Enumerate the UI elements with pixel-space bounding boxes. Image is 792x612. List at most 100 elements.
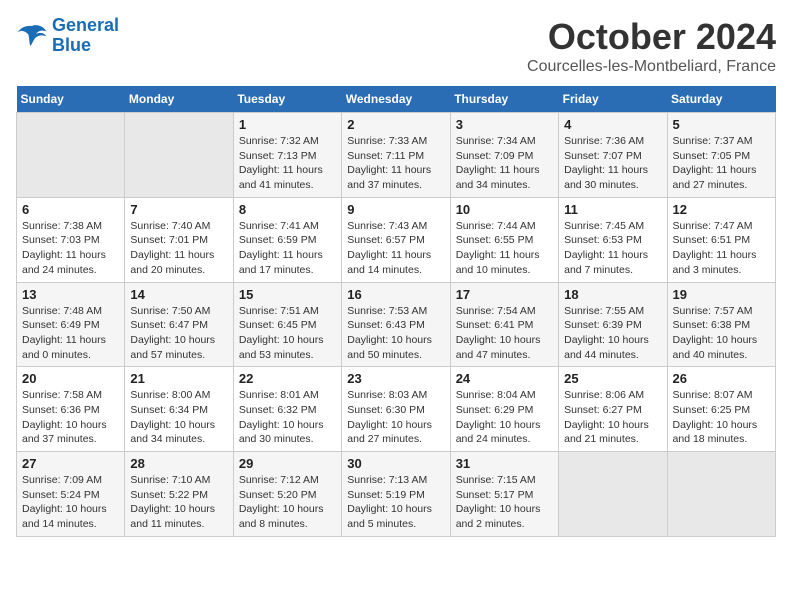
calendar-table: SundayMondayTuesdayWednesdayThursdayFrid… xyxy=(16,86,776,537)
day-info: Sunrise: 7:38 AM Sunset: 7:03 PM Dayligh… xyxy=(22,219,119,278)
calendar-cell: 28 Sunrise: 7:10 AM Sunset: 5:22 PM Dayli… xyxy=(125,452,233,537)
day-number: 1 xyxy=(239,117,336,132)
day-number: 14 xyxy=(130,287,227,302)
day-info: Sunrise: 7:45 AM Sunset: 6:53 PM Dayligh… xyxy=(564,219,661,278)
calendar-cell: 19 Sunrise: 7:57 AM Sunset: 6:38 PM Dayli… xyxy=(667,282,775,367)
calendar-cell: 2 Sunrise: 7:33 AM Sunset: 7:11 PM Daylig… xyxy=(342,113,450,198)
day-info: Sunrise: 7:55 AM Sunset: 6:39 PM Dayligh… xyxy=(564,304,661,363)
day-number: 6 xyxy=(22,202,119,217)
day-number: 28 xyxy=(130,456,227,471)
day-info: Sunrise: 7:53 AM Sunset: 6:43 PM Dayligh… xyxy=(347,304,444,363)
day-number: 16 xyxy=(347,287,444,302)
day-info: Sunrise: 8:01 AM Sunset: 6:32 PM Dayligh… xyxy=(239,388,336,447)
day-info: Sunrise: 7:48 AM Sunset: 6:49 PM Dayligh… xyxy=(22,304,119,363)
calendar-cell: 24 Sunrise: 8:04 AM Sunset: 6:29 PM Dayli… xyxy=(450,367,558,452)
day-info: Sunrise: 8:07 AM Sunset: 6:25 PM Dayligh… xyxy=(673,388,770,447)
day-info: Sunrise: 8:04 AM Sunset: 6:29 PM Dayligh… xyxy=(456,388,553,447)
day-number: 31 xyxy=(456,456,553,471)
day-number: 21 xyxy=(130,371,227,386)
day-info: Sunrise: 7:36 AM Sunset: 7:07 PM Dayligh… xyxy=(564,134,661,193)
calendar-week-row: 6 Sunrise: 7:38 AM Sunset: 7:03 PM Daylig… xyxy=(17,197,776,282)
calendar-header-row: SundayMondayTuesdayWednesdayThursdayFrid… xyxy=(17,86,776,113)
calendar-cell: 7 Sunrise: 7:40 AM Sunset: 7:01 PM Daylig… xyxy=(125,197,233,282)
day-number: 8 xyxy=(239,202,336,217)
title-block: October 2024 Courcelles-les-Montbeliard,… xyxy=(527,16,776,76)
day-number: 11 xyxy=(564,202,661,217)
day-info: Sunrise: 8:00 AM Sunset: 6:34 PM Dayligh… xyxy=(130,388,227,447)
day-info: Sunrise: 7:09 AM Sunset: 5:24 PM Dayligh… xyxy=(22,473,119,532)
calendar-cell: 17 Sunrise: 7:54 AM Sunset: 6:41 PM Dayli… xyxy=(450,282,558,367)
day-info: Sunrise: 7:34 AM Sunset: 7:09 PM Dayligh… xyxy=(456,134,553,193)
weekday-header: Sunday xyxy=(17,86,125,113)
calendar-cell: 6 Sunrise: 7:38 AM Sunset: 7:03 PM Daylig… xyxy=(17,197,125,282)
calendar-cell: 10Sunrise: 7:44 AM Sunset: 6:55 PM Dayli… xyxy=(450,197,558,282)
day-number: 7 xyxy=(130,202,227,217)
calendar-week-row: 20 Sunrise: 7:58 AM Sunset: 6:36 PM Dayli… xyxy=(17,367,776,452)
day-number: 5 xyxy=(673,117,770,132)
calendar-cell: 13 Sunrise: 7:48 AM Sunset: 6:49 PM Dayli… xyxy=(17,282,125,367)
calendar-cell: 12 Sunrise: 7:47 AM Sunset: 6:51 PM Dayli… xyxy=(667,197,775,282)
day-number: 9 xyxy=(347,202,444,217)
calendar-week-row: 1 Sunrise: 7:32 AM Sunset: 7:13 PM Daylig… xyxy=(17,113,776,198)
calendar-cell: 25Sunrise: 8:06 AM Sunset: 6:27 PM Dayli… xyxy=(559,367,667,452)
calendar-cell xyxy=(559,452,667,537)
calendar-cell: 31Sunrise: 7:15 AM Sunset: 5:17 PM Dayli… xyxy=(450,452,558,537)
day-number: 22 xyxy=(239,371,336,386)
calendar-cell: 27 Sunrise: 7:09 AM Sunset: 5:24 PM Dayli… xyxy=(17,452,125,537)
calendar-week-row: 13 Sunrise: 7:48 AM Sunset: 6:49 PM Dayli… xyxy=(17,282,776,367)
day-number: 17 xyxy=(456,287,553,302)
day-number: 26 xyxy=(673,371,770,386)
day-number: 23 xyxy=(347,371,444,386)
day-info: Sunrise: 7:44 AM Sunset: 6:55 PM Dayligh… xyxy=(456,219,553,278)
day-number: 15 xyxy=(239,287,336,302)
logo-text-line2: Blue xyxy=(52,35,91,55)
day-number: 13 xyxy=(22,287,119,302)
day-info: Sunrise: 7:12 AM Sunset: 5:20 PM Dayligh… xyxy=(239,473,336,532)
calendar-cell: 1 Sunrise: 7:32 AM Sunset: 7:13 PM Daylig… xyxy=(233,113,341,198)
weekday-header: Friday xyxy=(559,86,667,113)
calendar-cell: 30 Sunrise: 7:13 AM Sunset: 5:19 PM Dayli… xyxy=(342,452,450,537)
day-number: 20 xyxy=(22,371,119,386)
day-number: 29 xyxy=(239,456,336,471)
day-number: 4 xyxy=(564,117,661,132)
month-title: October 2024 xyxy=(527,16,776,58)
day-info: Sunrise: 7:47 AM Sunset: 6:51 PM Dayligh… xyxy=(673,219,770,278)
calendar-cell: 26 Sunrise: 8:07 AM Sunset: 6:25 PM Dayli… xyxy=(667,367,775,452)
logo-icon xyxy=(16,22,48,50)
day-info: Sunrise: 7:13 AM Sunset: 5:19 PM Dayligh… xyxy=(347,473,444,532)
location-title: Courcelles-les-Montbeliard, France xyxy=(527,58,776,76)
calendar-cell: 11 Sunrise: 7:45 AM Sunset: 6:53 PM Dayli… xyxy=(559,197,667,282)
page-header: General Blue October 2024 Courcelles-les… xyxy=(16,16,776,76)
day-number: 27 xyxy=(22,456,119,471)
calendar-cell: 14Sunrise: 7:50 AM Sunset: 6:47 PM Dayli… xyxy=(125,282,233,367)
day-info: Sunrise: 7:40 AM Sunset: 7:01 PM Dayligh… xyxy=(130,219,227,278)
day-number: 3 xyxy=(456,117,553,132)
logo: General Blue xyxy=(16,16,119,56)
day-number: 2 xyxy=(347,117,444,132)
day-info: Sunrise: 7:58 AM Sunset: 6:36 PM Dayligh… xyxy=(22,388,119,447)
calendar-cell: 20 Sunrise: 7:58 AM Sunset: 6:36 PM Dayli… xyxy=(17,367,125,452)
day-info: Sunrise: 7:32 AM Sunset: 7:13 PM Dayligh… xyxy=(239,134,336,193)
calendar-cell: 3 Sunrise: 7:34 AM Sunset: 7:09 PM Daylig… xyxy=(450,113,558,198)
weekday-header: Tuesday xyxy=(233,86,341,113)
calendar-cell: 18Sunrise: 7:55 AM Sunset: 6:39 PM Dayli… xyxy=(559,282,667,367)
calendar-cell: 21 Sunrise: 8:00 AM Sunset: 6:34 PM Dayli… xyxy=(125,367,233,452)
day-number: 30 xyxy=(347,456,444,471)
weekday-header: Saturday xyxy=(667,86,775,113)
day-number: 24 xyxy=(456,371,553,386)
calendar-cell: 15Sunrise: 7:51 AM Sunset: 6:45 PM Dayli… xyxy=(233,282,341,367)
day-info: Sunrise: 7:10 AM Sunset: 5:22 PM Dayligh… xyxy=(130,473,227,532)
day-number: 12 xyxy=(673,202,770,217)
day-info: Sunrise: 7:57 AM Sunset: 6:38 PM Dayligh… xyxy=(673,304,770,363)
day-info: Sunrise: 7:41 AM Sunset: 6:59 PM Dayligh… xyxy=(239,219,336,278)
calendar-cell: 4 Sunrise: 7:36 AM Sunset: 7:07 PM Daylig… xyxy=(559,113,667,198)
day-info: Sunrise: 7:54 AM Sunset: 6:41 PM Dayligh… xyxy=(456,304,553,363)
calendar-cell: 8 Sunrise: 7:41 AM Sunset: 6:59 PM Daylig… xyxy=(233,197,341,282)
calendar-cell: 16 Sunrise: 7:53 AM Sunset: 6:43 PM Dayli… xyxy=(342,282,450,367)
day-info: Sunrise: 8:06 AM Sunset: 6:27 PM Dayligh… xyxy=(564,388,661,447)
day-info: Sunrise: 7:33 AM Sunset: 7:11 PM Dayligh… xyxy=(347,134,444,193)
day-info: Sunrise: 8:03 AM Sunset: 6:30 PM Dayligh… xyxy=(347,388,444,447)
calendar-cell xyxy=(17,113,125,198)
day-number: 19 xyxy=(673,287,770,302)
calendar-cell: 23 Sunrise: 8:03 AM Sunset: 6:30 PM Dayli… xyxy=(342,367,450,452)
